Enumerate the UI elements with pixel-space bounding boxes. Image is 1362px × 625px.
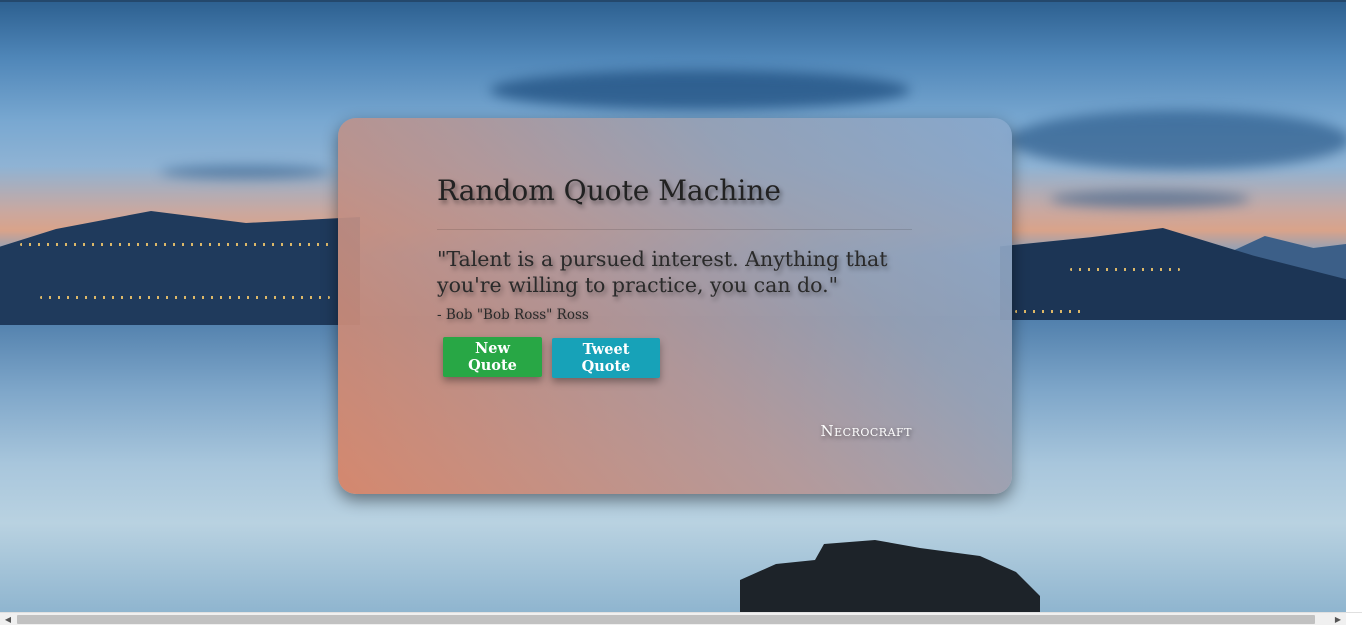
top-edge: [0, 0, 1362, 2]
cloud: [1050, 190, 1250, 208]
town-lights: [20, 243, 330, 246]
cloud: [1010, 110, 1350, 170]
arrow-right-icon[interactable]: ▶: [1330, 613, 1346, 625]
quote-author: - Bob "Bob Ross" Ross: [437, 307, 589, 323]
page-edge: [1346, 0, 1362, 612]
new-quote-button[interactable]: New Quote: [443, 337, 542, 377]
arrow-left-icon[interactable]: ◀: [0, 613, 16, 625]
page-title: Random Quote Machine: [437, 174, 781, 207]
divider: [437, 229, 912, 230]
tweet-quote-button[interactable]: Tweet Quote: [552, 338, 660, 378]
scrollbar-thumb[interactable]: [17, 615, 1315, 624]
cloud: [490, 70, 910, 110]
scrollbar-corner: [1346, 613, 1362, 625]
horizontal-scrollbar[interactable]: ◀ ▶: [0, 612, 1362, 625]
brand-link[interactable]: Necrocraft: [821, 422, 912, 440]
quote-text: "Talent is a pursued interest. Anything …: [437, 247, 888, 297]
quote-card: Random Quote Machine "Talent is a pursue…: [338, 118, 1012, 494]
town-lights: [40, 296, 330, 299]
town-lights: [1070, 268, 1180, 271]
cloud: [160, 165, 330, 179]
town-lights: [1015, 310, 1085, 313]
